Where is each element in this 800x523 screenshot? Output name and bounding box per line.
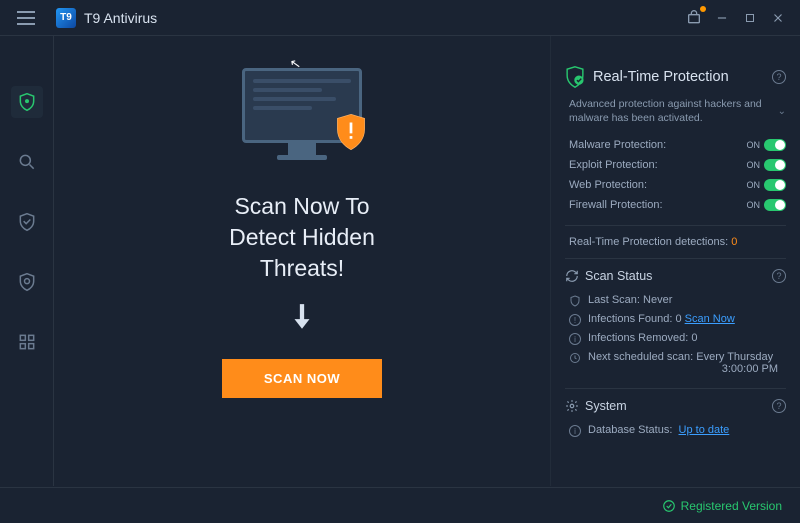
sidebar-item-firewall[interactable] bbox=[11, 266, 43, 298]
cart-icon[interactable] bbox=[680, 4, 708, 32]
cursor-icon: ↖ bbox=[289, 55, 303, 73]
database-status-link[interactable]: Up to date bbox=[679, 424, 730, 436]
shield-warning-icon bbox=[334, 113, 368, 151]
rtp-title: Real-Time Protection bbox=[593, 69, 764, 85]
exploit-toggle[interactable] bbox=[764, 159, 786, 171]
protection-row-exploit: Exploit Protection: ON bbox=[565, 155, 786, 175]
protection-row-web: Web Protection: ON bbox=[565, 175, 786, 195]
minimize-button[interactable] bbox=[708, 4, 736, 32]
sidebar-item-scan[interactable] bbox=[11, 146, 43, 178]
main-area: ↖ Scan Now To Detect Hidden Threats! SCA… bbox=[54, 36, 550, 486]
help-icon[interactable]: ? bbox=[772, 269, 786, 283]
arrow-down-icon bbox=[289, 302, 315, 339]
check-circle-icon bbox=[662, 499, 676, 513]
maximize-button[interactable] bbox=[736, 4, 764, 32]
system-title: System bbox=[585, 399, 766, 413]
help-icon[interactable]: ? bbox=[772, 399, 786, 413]
menu-button[interactable] bbox=[8, 0, 44, 36]
scan-now-button[interactable]: SCAN NOW bbox=[222, 359, 382, 398]
protection-row-firewall: Firewall Protection: ON bbox=[565, 195, 786, 215]
sidebar bbox=[0, 36, 54, 486]
app-logo: T9 bbox=[56, 8, 76, 28]
info-icon: i bbox=[569, 333, 581, 345]
app-title: T9 Antivirus bbox=[84, 10, 157, 26]
rtp-detections: Real-Time Protection detections: 0 bbox=[565, 236, 786, 248]
shield-check-icon bbox=[565, 66, 585, 88]
right-panel: Real-Time Protection ? Advanced protecti… bbox=[550, 36, 800, 486]
monitor-illustration: ↖ bbox=[242, 68, 362, 163]
protection-row-malware: Malware Protection: ON bbox=[565, 135, 786, 155]
scan-now-link[interactable]: Scan Now bbox=[685, 313, 735, 325]
refresh-icon bbox=[565, 269, 579, 283]
web-toggle[interactable] bbox=[764, 179, 786, 191]
sidebar-item-protection[interactable] bbox=[11, 206, 43, 238]
info-icon: i bbox=[569, 425, 581, 437]
rtp-message: Advanced protection against hackers and … bbox=[569, 98, 772, 125]
shield-icon bbox=[569, 295, 581, 307]
firewall-toggle[interactable] bbox=[764, 199, 786, 211]
gear-icon bbox=[565, 399, 579, 413]
titlebar: T9 T9 Antivirus bbox=[0, 0, 800, 36]
scan-status-title: Scan Status bbox=[585, 269, 766, 283]
footer: Registered Version bbox=[0, 487, 800, 523]
clock-icon bbox=[569, 352, 581, 364]
sidebar-item-home[interactable] bbox=[11, 86, 43, 118]
close-button[interactable] bbox=[764, 4, 792, 32]
chevron-down-icon[interactable]: ⌄ bbox=[778, 105, 786, 118]
malware-toggle[interactable] bbox=[764, 139, 786, 151]
help-icon[interactable]: ? bbox=[772, 70, 786, 84]
registered-version-label: Registered Version bbox=[681, 499, 782, 513]
info-icon: ! bbox=[569, 314, 581, 326]
headline: Scan Now To Detect Hidden Threats! bbox=[229, 191, 375, 284]
sidebar-item-tools[interactable] bbox=[11, 326, 43, 358]
